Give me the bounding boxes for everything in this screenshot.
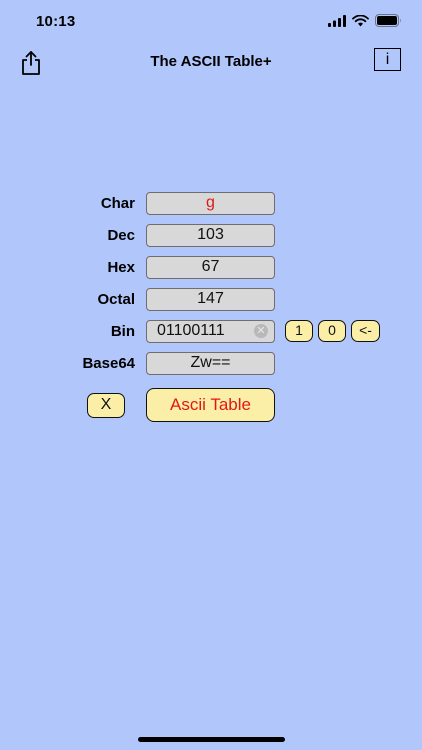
status-bar: 10:13 [0,0,422,44]
wifi-icon [352,14,369,26]
home-indicator[interactable] [138,737,285,742]
nav-bar: The ASCII Table+ i [0,44,422,80]
clear-all-button[interactable]: X [87,393,125,418]
dec-label: Dec [107,227,135,244]
char-label: Char [100,195,135,212]
bin-value: 01100111 [157,322,225,339]
ascii-table-button[interactable]: Ascii Table [146,388,275,422]
octal-field[interactable]: 147 [146,288,275,311]
base64-label: Base64 [82,355,135,372]
hex-label: Hex [107,259,135,276]
bin-zero-button[interactable]: 0 [318,320,346,342]
hex-field[interactable]: 67 [146,256,275,279]
status-icons [328,14,402,27]
signal-icon [328,14,346,27]
info-button[interactable]: i [374,48,401,71]
octal-label: Octal [97,291,135,308]
clear-bin-icon[interactable]: ✕ [254,324,268,338]
bin-label: Bin [110,323,135,340]
bin-backspace-button[interactable]: <- [351,320,380,342]
base64-field[interactable]: Zw== [146,352,275,375]
dec-field[interactable]: 103 [146,224,275,247]
page-title: The ASCII Table+ [150,53,272,70]
status-time: 10:13 [36,13,76,30]
char-field[interactable]: g [146,192,275,215]
battery-icon [375,14,401,27]
bin-field[interactable]: 01100111 ✕ [146,320,275,343]
bin-one-button[interactable]: 1 [285,320,313,342]
